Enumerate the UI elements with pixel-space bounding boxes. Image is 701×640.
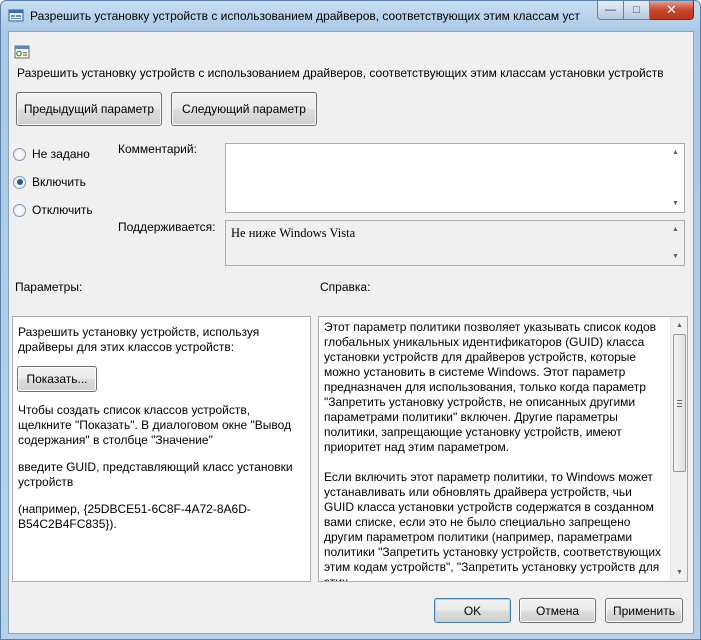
cancel-label: Отмена [535, 603, 580, 618]
dialog-window: Разрешить установку устройств с использо… [0, 0, 701, 640]
options-guid-example: (например, {25DBCE51-6C8F-4A72-8A6D-B54C… [18, 502, 251, 531]
options-instructions: Чтобы создать список классов устройств, … [18, 403, 292, 447]
scroll-up-icon[interactable]: ▲ [667, 221, 684, 238]
ok-label: OK [463, 603, 482, 618]
close-icon: ✕ [666, 2, 677, 17]
title-bar[interactable]: Разрешить установку устройств с использо… [1, 1, 700, 31]
ok-button[interactable]: OK [434, 598, 511, 623]
dialog-client-area: Разрешить установку устройств с использо… [8, 31, 694, 634]
show-button[interactable]: Показать... [17, 366, 97, 392]
next-setting-label: Следующий параметр [182, 102, 306, 116]
cancel-button[interactable]: Отмена [519, 598, 596, 623]
next-setting-button[interactable]: Следующий параметр [171, 92, 317, 126]
previous-setting-label: Предыдущий параметр [23, 102, 155, 116]
minimize-button[interactable]: — [597, 1, 624, 20]
show-button-label: Показать... [26, 372, 88, 386]
policy-setting-icon [14, 45, 30, 59]
supported-field: Не ниже Windows Vista ▲ ▼ [225, 220, 685, 266]
supported-label: Поддерживается: [118, 220, 216, 234]
radio-label: Не задано [32, 147, 90, 161]
radio-circle-selected[interactable] [13, 175, 26, 189]
scroll-down-icon[interactable]: ▼ [671, 564, 687, 581]
apply-label: Применить [612, 603, 675, 618]
help-scrollbar[interactable]: ▲ ▼ [670, 317, 687, 581]
window-title: Разрешить установку устройств с использо… [30, 9, 580, 23]
supported-value: Не ниже Windows Vista [231, 226, 356, 240]
radio-disabled[interactable]: Отключить [13, 203, 93, 217]
comment-textarea[interactable]: ▲ ▼ [225, 143, 685, 213]
scroll-down-icon[interactable]: ▼ [667, 248, 684, 265]
help-text: Этот параметр политики позволяет указыва… [324, 320, 664, 582]
options-guid-hint: введите GUID, представляющий класс устан… [18, 460, 293, 489]
options-label: Параметры: [15, 280, 83, 294]
radio-selected-dot [16, 179, 23, 185]
scroll-up-icon[interactable]: ▲ [667, 144, 684, 161]
comment-scrollbar[interactable]: ▲ ▼ [667, 144, 684, 212]
comment-label: Комментарий: [118, 142, 197, 156]
policy-title: Разрешить установку устройств с использо… [17, 66, 664, 80]
apply-button[interactable]: Применить [605, 598, 683, 623]
radio-label: Включить [32, 175, 86, 189]
supported-scrollbar[interactable]: ▲ ▼ [667, 221, 684, 265]
help-paragraph: Если включить этот параметр политики, то… [324, 470, 662, 582]
radio-enabled[interactable]: Включить [13, 175, 86, 189]
help-panel: Этот параметр политики позволяет указыва… [318, 316, 688, 582]
caption-buttons: — □ ✕ [597, 1, 694, 21]
help-paragraph: Этот параметр политики позволяет указыва… [324, 320, 657, 454]
scroll-up-icon[interactable]: ▲ [671, 317, 687, 334]
grip-icon [677, 399, 682, 407]
scrollbar-thumb[interactable] [673, 334, 686, 472]
scroll-down-icon[interactable]: ▼ [667, 195, 684, 212]
radio-label: Отключить [32, 203, 93, 217]
maximize-button[interactable]: □ [624, 1, 650, 20]
previous-setting-button[interactable]: Предыдущий параметр [16, 92, 162, 126]
close-button[interactable]: ✕ [650, 1, 694, 20]
options-panel: Разрешить установку устройств, используя… [12, 316, 311, 582]
minimize-icon: — [605, 4, 616, 16]
maximize-icon: □ [633, 4, 640, 16]
radio-circle[interactable] [13, 203, 26, 217]
options-intro: Разрешить установку устройств, используя… [18, 325, 260, 354]
help-label: Справка: [320, 280, 371, 294]
radio-not-configured[interactable]: Не задано [13, 147, 90, 161]
radio-circle[interactable] [13, 147, 26, 161]
group-policy-app-icon [8, 9, 24, 22]
